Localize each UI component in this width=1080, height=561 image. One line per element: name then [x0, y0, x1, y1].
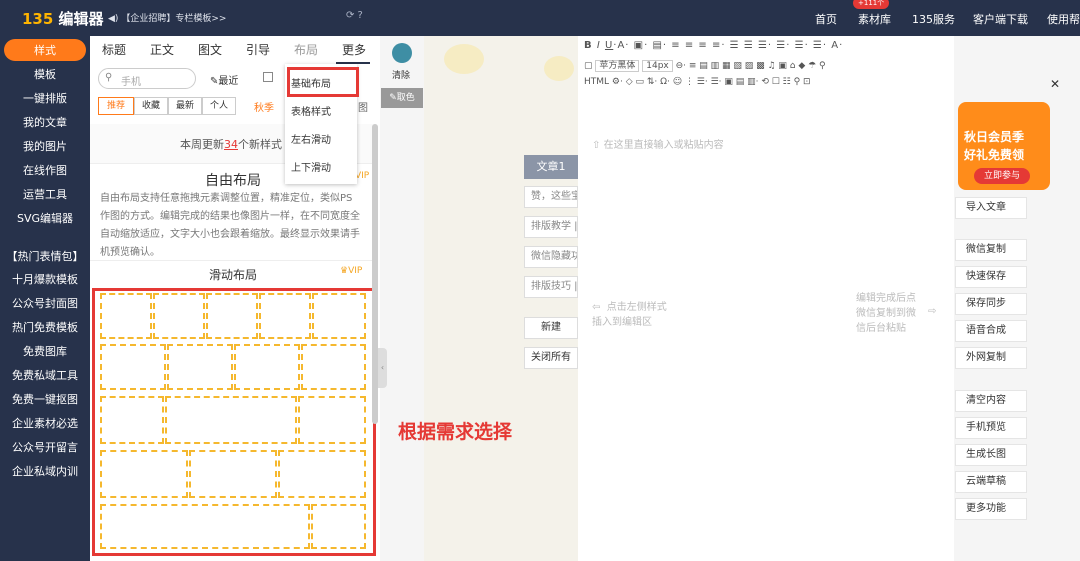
- close-all-button[interactable]: 关闭所有: [524, 347, 578, 369]
- sidebar-item-my-articles[interactable]: 我的文章: [0, 114, 90, 130]
- sidebar-item-online-design[interactable]: 在线作图: [0, 162, 90, 178]
- tab-image-text[interactable]: 图文: [198, 41, 222, 58]
- eyedropper-icon: ✎: [389, 93, 397, 103]
- sidebar-item-styles[interactable]: 样式: [0, 42, 90, 58]
- arrow-right-icon: ⇨: [928, 306, 937, 317]
- upload-icon: ⇧: [592, 140, 601, 151]
- nav-services[interactable]: 135服务: [912, 11, 955, 27]
- import-article-button[interactable]: 导入文章: [955, 197, 1027, 219]
- promo-banner[interactable]: 秋日会员季 好礼免费领 立即参与: [958, 102, 1050, 190]
- search-icon: ⚲: [105, 72, 113, 83]
- nav-help[interactable]: 使用帮: [1047, 11, 1080, 27]
- nav-home[interactable]: 首页: [815, 11, 837, 27]
- join-now-button[interactable]: 立即参与: [974, 168, 1030, 184]
- sidebar-item-my-images[interactable]: 我的图片: [0, 138, 90, 154]
- toolbar-row-3[interactable]: HTML ⚙· ◇ ▭ ⇅· Ω· ☺ ⋮ ☰· ☰· ▣ ▤ ▥· ⟲ ☐ ☷…: [584, 77, 811, 87]
- mobile-preview-button[interactable]: 手机预览: [955, 417, 1027, 439]
- editor-area[interactable]: B I U·A· ▣· ▤· ≡ ≡ ≡ ≡· ☰ ☰ ☰· ☰· ☰· ☰· …: [578, 36, 1064, 561]
- refresh-icon[interactable]: ⟳ ?: [346, 10, 363, 21]
- long-image-button[interactable]: 生成长图: [955, 444, 1027, 466]
- search-input[interactable]: ⚲ 手机: [98, 68, 196, 89]
- sidebar-item-templates[interactable]: 模板: [0, 66, 90, 82]
- update-count: 34: [224, 138, 238, 151]
- quick-save-button[interactable]: 快速保存: [955, 266, 1027, 288]
- left-hint: ⇦ 点击左侧样式 插入到编辑区: [592, 302, 667, 328]
- crown-icon: ♛: [340, 266, 349, 276]
- checkbox[interactable]: [263, 72, 273, 82]
- annotation-caption: 根据需求选择: [398, 421, 513, 443]
- save-sync-button[interactable]: 保存同步: [955, 293, 1027, 315]
- image-filter[interactable]: 图: [358, 99, 368, 114]
- chip-favorites[interactable]: 收藏: [134, 97, 168, 115]
- vip-badge: VIP: [355, 171, 370, 181]
- new-article-button[interactable]: 新建: [524, 317, 578, 339]
- logo[interactable]: 135 编辑器: [22, 8, 104, 29]
- more-functions-button[interactable]: 更多功能: [955, 498, 1027, 520]
- external-copy-button[interactable]: 外网复制: [955, 347, 1027, 369]
- sidebar-item-comments[interactable]: 公众号开留言: [0, 439, 90, 455]
- new-badge: +111个: [853, 0, 890, 9]
- top-bar: 135 编辑器 ◀) 【企业招聘】专栏模板>> ⟳ ? 首页 素材库 +111个…: [0, 0, 1080, 36]
- clear-content-button[interactable]: 清空内容: [955, 390, 1027, 412]
- article-item[interactable]: 赞，这些宝: [524, 186, 578, 208]
- chip-newest[interactable]: 最新: [168, 97, 202, 115]
- toolbar-row-1[interactable]: B I U·A· ▣· ▤· ≡ ≡ ≡ ≡· ☰ ☰ ☰· ☰· ☰· ☰· …: [584, 40, 843, 51]
- tab-title[interactable]: 标题: [102, 41, 126, 58]
- recent-filter[interactable]: ✎最近: [210, 72, 238, 87]
- sidebar-item-enterprise[interactable]: 企业素材必选: [0, 415, 90, 431]
- nav-materials[interactable]: 素材库: [858, 11, 891, 27]
- tab-body[interactable]: 正文: [150, 41, 174, 58]
- article-item[interactable]: 排版技巧 |: [524, 276, 578, 298]
- sidebar-item-auto-layout[interactable]: 一键排版: [0, 90, 90, 106]
- font-size-select[interactable]: 14px: [642, 60, 673, 72]
- free-layout-description: 自由布局支持任意拖拽元素调整位置，精准定位，类似PS作图的方式。编辑完成的结果也…: [100, 193, 360, 258]
- dropdown-vertical-slide[interactable]: 上下滑动: [285, 159, 357, 174]
- article-item[interactable]: 排版教学 |: [524, 216, 578, 238]
- close-promo-icon[interactable]: ✕: [1050, 77, 1060, 91]
- nav-download[interactable]: 客户端下载: [973, 11, 1028, 27]
- collapse-handle[interactable]: ‹: [378, 348, 387, 388]
- pick-color-button[interactable]: ✎取色: [381, 88, 423, 108]
- flower-decoration: [544, 56, 574, 81]
- chip-personal[interactable]: 个人: [202, 97, 236, 115]
- sidebar-item-private-tools[interactable]: 免费私域工具: [0, 367, 90, 383]
- speaker-icon: ◀): [108, 14, 119, 24]
- dropdown-table-style[interactable]: 表格样式: [285, 103, 357, 118]
- cloud-draft-button[interactable]: 云端草稿: [955, 471, 1027, 493]
- dropdown-highlight: [287, 67, 359, 97]
- article-tab[interactable]: 文章1: [524, 155, 578, 179]
- toolbar-row-2[interactable]: ▢ 苹方黑体 14px ⊖· ≡ ▤ ▥ ▦ ▧ ▨ ▩ ♫ ▣ ⌂ ◆ ☂ ⚲: [584, 58, 826, 72]
- sidebar-item-training[interactable]: 企业私域内训: [0, 463, 90, 479]
- sidebar-item-free-images[interactable]: 免费图库: [0, 343, 90, 359]
- tab-guide[interactable]: 引导: [246, 41, 270, 58]
- decorative-background: [424, 36, 580, 561]
- vip-crown: ♛VIP: [340, 266, 363, 276]
- font-select[interactable]: 苹方黑体: [595, 60, 640, 72]
- voice-synth-button[interactable]: 语音合成: [955, 320, 1027, 342]
- divider: [90, 260, 376, 261]
- sidebar-item-cutout[interactable]: 免费一键抠图: [0, 391, 90, 407]
- right-hint: 编辑完成后点 微信复制到微 信后台粘贴: [856, 293, 916, 334]
- sidebar-item-tools[interactable]: 运营工具: [0, 186, 90, 202]
- season-filter[interactable]: 秋季: [254, 99, 274, 114]
- sidebar-item-cover[interactable]: 公众号封面图: [0, 295, 90, 311]
- sidebar-item-svg-editor[interactable]: SVG编辑器: [0, 210, 90, 226]
- tab-layout[interactable]: 布局: [294, 41, 318, 58]
- tab-more[interactable]: 更多: [342, 41, 366, 58]
- flower-decoration: [444, 44, 484, 74]
- chip-recommended[interactable]: 推荐: [98, 97, 134, 115]
- slide-layout-preview[interactable]: [97, 291, 369, 553]
- dropdown-horizontal-slide[interactable]: 左右滑动: [285, 131, 357, 146]
- sidebar-item-emoji[interactable]: 【热门表情包】: [0, 248, 90, 264]
- clear-button[interactable]: 清除: [392, 68, 410, 81]
- sidebar-item-october[interactable]: 十月爆款模板: [0, 271, 90, 287]
- article-item[interactable]: 微信隐藏功: [524, 246, 578, 268]
- slide-layout-title: 滑动布局: [208, 268, 257, 282]
- editor-placeholder: ⇧ 在这里直接输入或粘贴内容: [592, 140, 724, 151]
- sidebar-item-free-templates[interactable]: 热门免费模板: [0, 319, 90, 335]
- color-swatch[interactable]: [392, 43, 412, 63]
- wechat-copy-button[interactable]: 微信复制: [955, 239, 1027, 261]
- arrow-left-icon: ⇦: [592, 302, 601, 313]
- announcement-link[interactable]: ◀) 【企业招聘】专栏模板>>: [108, 11, 226, 24]
